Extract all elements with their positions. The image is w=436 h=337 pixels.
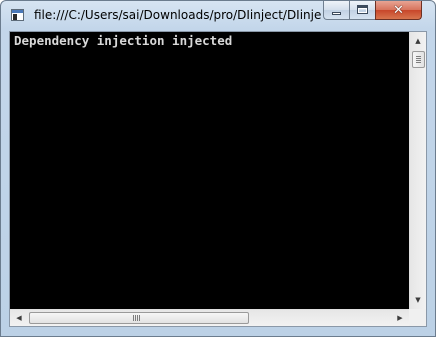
- scroll-up-arrow-icon[interactable]: ▲: [410, 33, 426, 49]
- console-client-area: Dependency injection injected ▲ ▼ ◀ ▶: [9, 31, 427, 327]
- title-bar[interactable]: file:///C:/Users/sai/Downloads/pro/DIinj…: [1, 1, 435, 31]
- horizontal-scrollbar[interactable]: ◀ ▶: [10, 309, 409, 326]
- console-app-icon[interactable]: [11, 9, 24, 21]
- vertical-scrollbar[interactable]: ▲ ▼: [409, 32, 426, 309]
- caption-buttons: ✕: [323, 1, 429, 21]
- scroll-down-arrow-icon[interactable]: ▼: [410, 292, 426, 308]
- scroll-left-arrow-icon[interactable]: ◀: [11, 310, 27, 326]
- horizontal-scroll-thumb[interactable]: [29, 312, 249, 324]
- close-icon: ✕: [393, 2, 404, 18]
- scrollbar-corner: [409, 309, 426, 326]
- console-line: Dependency injection injected: [14, 33, 233, 48]
- close-button[interactable]: ✕: [375, 1, 422, 20]
- maximize-icon: [357, 5, 368, 14]
- minimize-icon: [332, 12, 341, 15]
- scroll-right-arrow-icon[interactable]: ▶: [392, 310, 408, 326]
- vertical-scroll-thumb[interactable]: [412, 51, 425, 68]
- window-title: file:///C:/Users/sai/Downloads/pro/DIinj…: [34, 8, 322, 22]
- maximize-button[interactable]: [349, 1, 375, 20]
- console-window: file:///C:/Users/sai/Downloads/pro/DIinj…: [0, 0, 436, 337]
- console-output[interactable]: Dependency injection injected: [10, 32, 409, 309]
- minimize-button[interactable]: [323, 1, 349, 20]
